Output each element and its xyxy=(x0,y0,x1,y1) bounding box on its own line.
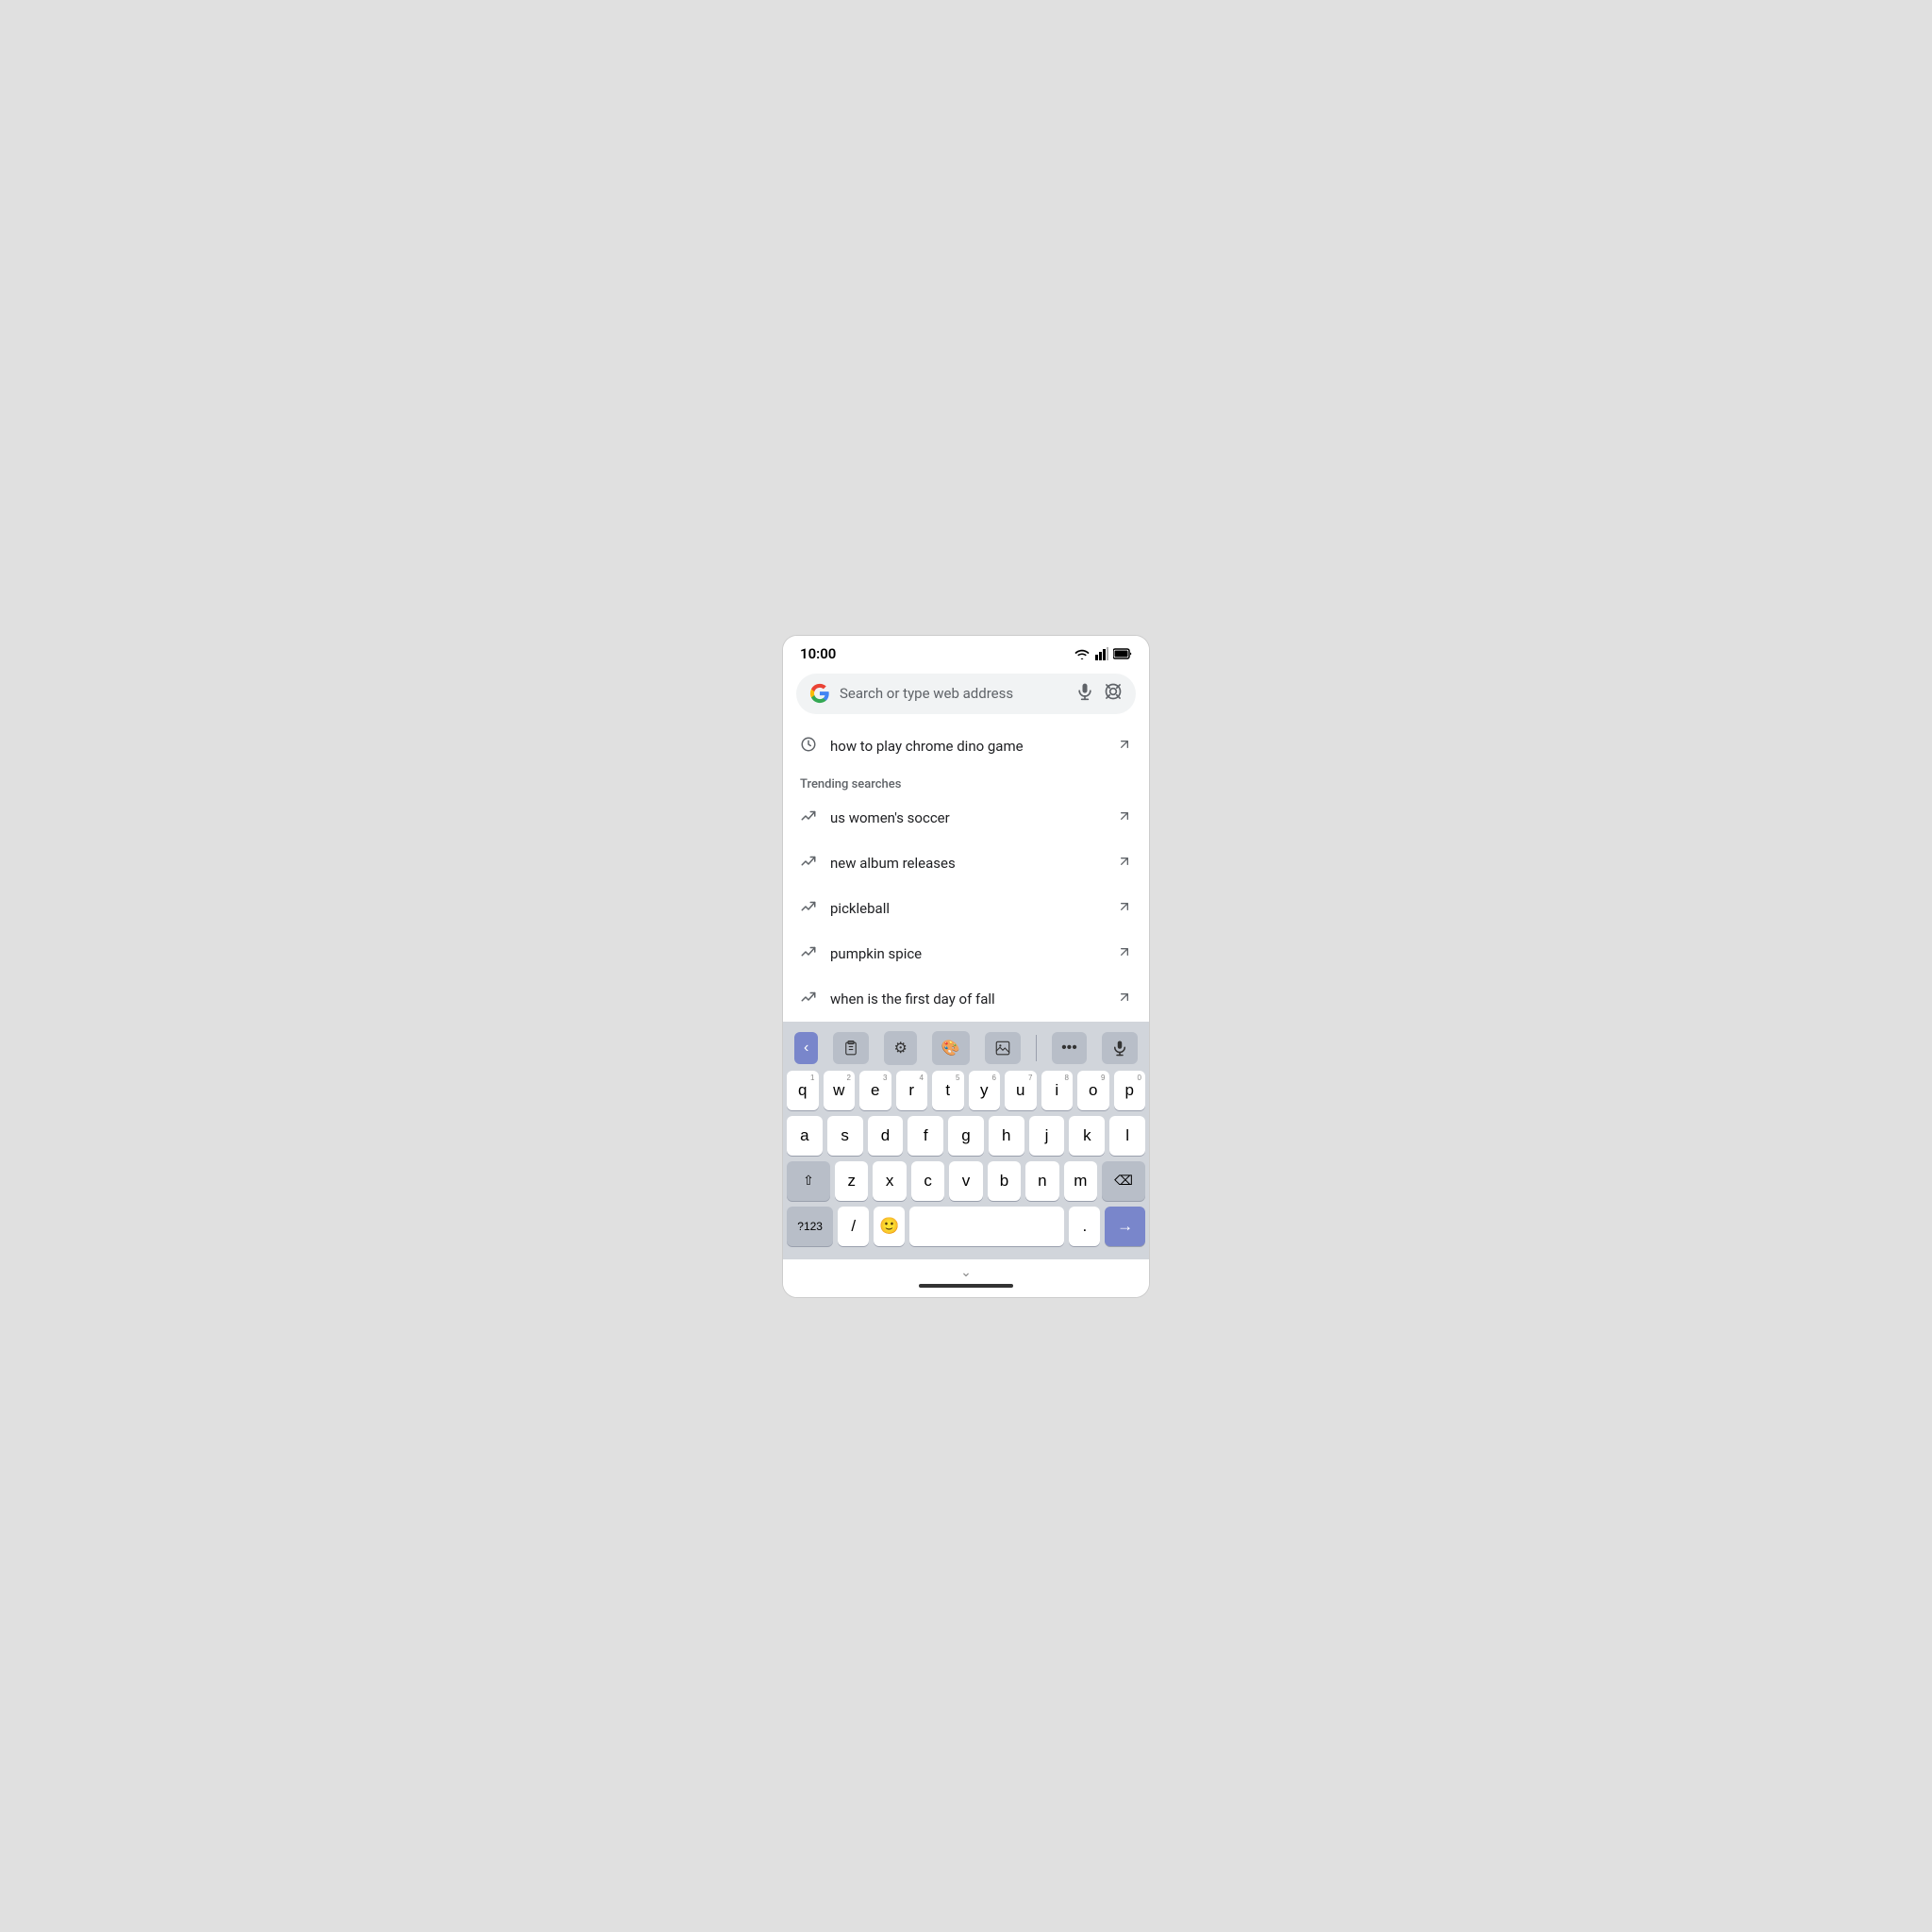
trending-text-3: pumpkin spice xyxy=(830,945,1104,962)
key-w[interactable]: w2 xyxy=(824,1071,856,1110)
keyboard-row-4: ?123 / 🙂 . → xyxy=(787,1207,1145,1246)
key-c[interactable]: c xyxy=(911,1161,944,1201)
period-key[interactable]: . xyxy=(1069,1207,1100,1246)
key-k[interactable]: k xyxy=(1069,1116,1105,1156)
settings-button[interactable]: ⚙ xyxy=(884,1031,916,1065)
arrow-up-left-icon-t1 xyxy=(1117,854,1132,873)
arrow-up-left-icon xyxy=(1117,737,1132,756)
trending-arrow-icon-2 xyxy=(800,898,817,919)
trending-text-2: pickleball xyxy=(830,900,1104,917)
key-v[interactable]: v xyxy=(949,1161,982,1201)
phone-frame: 10:00 xyxy=(782,635,1150,1298)
history-item[interactable]: how to play chrome dino game xyxy=(783,724,1149,770)
key-l[interactable]: l xyxy=(1109,1116,1145,1156)
enter-key[interactable]: → xyxy=(1105,1207,1145,1246)
wifi-icon xyxy=(1074,647,1091,660)
trending-item-2[interactable]: pickleball xyxy=(783,886,1149,931)
keyboard: ‹ ⚙ 🎨 ••• xyxy=(783,1022,1149,1259)
trending-text-1: new album releases xyxy=(830,855,1104,872)
palette-button[interactable]: 🎨 xyxy=(932,1031,970,1065)
key-m[interactable]: m xyxy=(1064,1161,1097,1201)
trending-arrow-icon-1 xyxy=(800,853,817,874)
key-a[interactable]: a xyxy=(787,1116,823,1156)
key-h[interactable]: h xyxy=(989,1116,1024,1156)
key-r[interactable]: r4 xyxy=(896,1071,928,1110)
key-z[interactable]: z xyxy=(835,1161,868,1201)
status-time: 10:00 xyxy=(800,645,836,662)
arrow-up-left-icon-t0 xyxy=(1117,808,1132,827)
battery-icon xyxy=(1113,648,1132,659)
key-s[interactable]: s xyxy=(827,1116,863,1156)
key-u[interactable]: u7 xyxy=(1005,1071,1037,1110)
trending-item-1[interactable]: new album releases xyxy=(783,841,1149,886)
key-g[interactable]: g xyxy=(948,1116,984,1156)
clipboard-button[interactable] xyxy=(833,1032,869,1064)
history-text: how to play chrome dino game xyxy=(830,738,1104,755)
bottom-bar: ⌄ xyxy=(783,1259,1149,1297)
trending-text-4: when is the first day of fall xyxy=(830,991,1104,1008)
trending-item-4[interactable]: when is the first day of fall xyxy=(783,976,1149,1022)
search-input[interactable]: Search or type web address xyxy=(840,685,1066,702)
shift-key[interactable]: ⇧ xyxy=(787,1161,830,1201)
key-e[interactable]: e3 xyxy=(859,1071,891,1110)
trending-arrow-icon-0 xyxy=(800,808,817,828)
keyboard-toolbar: ‹ ⚙ 🎨 ••• xyxy=(787,1027,1145,1071)
key-j[interactable]: j xyxy=(1029,1116,1065,1156)
keyboard-row-3: ⇧ z x c v b n m ⌫ xyxy=(787,1161,1145,1201)
trending-item-3[interactable]: pumpkin spice xyxy=(783,931,1149,976)
trending-text-0: us women's soccer xyxy=(830,809,1104,826)
more-button[interactable]: ••• xyxy=(1052,1032,1087,1064)
trending-arrow-icon-4 xyxy=(800,989,817,1009)
trending-item-0[interactable]: us women's soccer xyxy=(783,795,1149,841)
mic-icon[interactable] xyxy=(1075,682,1094,706)
chevron-down-icon[interactable]: ⌄ xyxy=(960,1265,972,1280)
key-f[interactable]: f xyxy=(908,1116,943,1156)
trending-arrow-icon-3 xyxy=(800,943,817,964)
status-icons xyxy=(1074,647,1132,660)
emoji-key[interactable]: 🙂 xyxy=(874,1207,905,1246)
signal-icon xyxy=(1095,647,1108,660)
arrow-up-left-icon-t3 xyxy=(1117,944,1132,963)
key-x[interactable]: x xyxy=(873,1161,906,1201)
key-d[interactable]: d xyxy=(868,1116,904,1156)
back-button[interactable]: ‹ xyxy=(794,1032,818,1064)
key-o[interactable]: o9 xyxy=(1077,1071,1109,1110)
keyboard-row-2: a s d f g h j k l xyxy=(787,1116,1145,1156)
keyboard-row-1: q1 w2 e3 r4 t5 y6 u7 i8 o9 p0 xyxy=(787,1071,1145,1110)
trending-label: Trending searches xyxy=(783,770,1149,795)
search-content: how to play chrome dino game Trending se… xyxy=(783,724,1149,1022)
key-t[interactable]: t5 xyxy=(932,1071,964,1110)
lens-icon[interactable] xyxy=(1104,682,1123,706)
key-n[interactable]: n xyxy=(1025,1161,1058,1201)
keyboard-mic-button[interactable] xyxy=(1102,1032,1138,1064)
key-y[interactable]: y6 xyxy=(969,1071,1001,1110)
search-bar[interactable]: Search or type web address xyxy=(796,674,1136,714)
space-key[interactable] xyxy=(909,1207,1064,1246)
home-indicator xyxy=(919,1284,1013,1288)
arrow-up-left-icon-t4 xyxy=(1117,990,1132,1008)
google-logo xyxy=(809,683,830,704)
symbols-key[interactable]: ?123 xyxy=(787,1207,833,1246)
key-i[interactable]: i8 xyxy=(1041,1071,1074,1110)
image-button[interactable] xyxy=(985,1032,1021,1064)
search-bar-container: Search or type web address xyxy=(783,668,1149,724)
status-bar: 10:00 xyxy=(783,636,1149,668)
key-b[interactable]: b xyxy=(988,1161,1021,1201)
arrow-up-left-icon-t2 xyxy=(1117,899,1132,918)
key-p[interactable]: p0 xyxy=(1114,1071,1146,1110)
slash-key[interactable]: / xyxy=(838,1207,869,1246)
toolbar-separator xyxy=(1036,1035,1037,1061)
history-icon xyxy=(800,736,817,758)
backspace-key[interactable]: ⌫ xyxy=(1102,1161,1145,1201)
key-q[interactable]: q1 xyxy=(787,1071,819,1110)
